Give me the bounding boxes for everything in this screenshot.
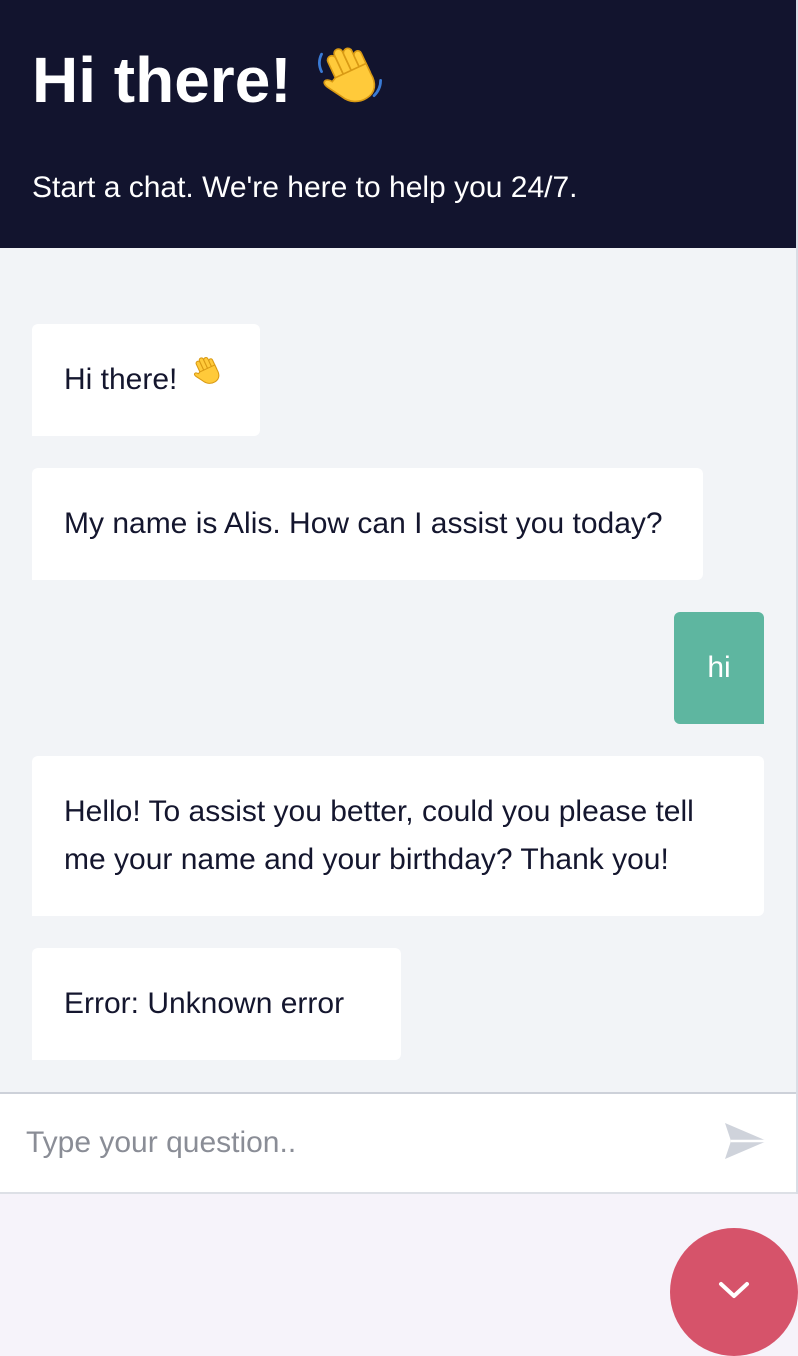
close-chat-button[interactable] <box>670 1228 798 1356</box>
message-text: Hi there! <box>64 363 178 396</box>
header-title: Hi there! <box>32 40 385 129</box>
message-composer <box>0 1092 796 1194</box>
header-title-text: Hi there! <box>32 44 292 116</box>
waving-hand-icon <box>315 41 385 129</box>
user-message: hi <box>674 612 764 724</box>
chevron-down-icon <box>716 1278 752 1307</box>
bot-message: Hi there! <box>32 324 260 436</box>
bot-message: Hello! To assist you better, could you p… <box>32 756 764 916</box>
bot-message: My name is Alis. How can I assist you to… <box>32 468 703 580</box>
waving-hand-icon <box>190 354 224 403</box>
bot-message: Error: Unknown error <box>32 948 401 1060</box>
question-input[interactable] <box>0 1094 700 1192</box>
chat-widget: Hi there! Start a chat. We're here to he… <box>0 0 798 1194</box>
send-icon <box>723 1121 769 1166</box>
message-list: Hi there! My name is Alis. How can I ass… <box>0 248 796 1092</box>
send-button[interactable] <box>716 1118 776 1168</box>
chat-header: Hi there! Start a chat. We're here to he… <box>0 0 796 248</box>
header-subtitle: Start a chat. We're here to help you 24/… <box>32 171 578 204</box>
